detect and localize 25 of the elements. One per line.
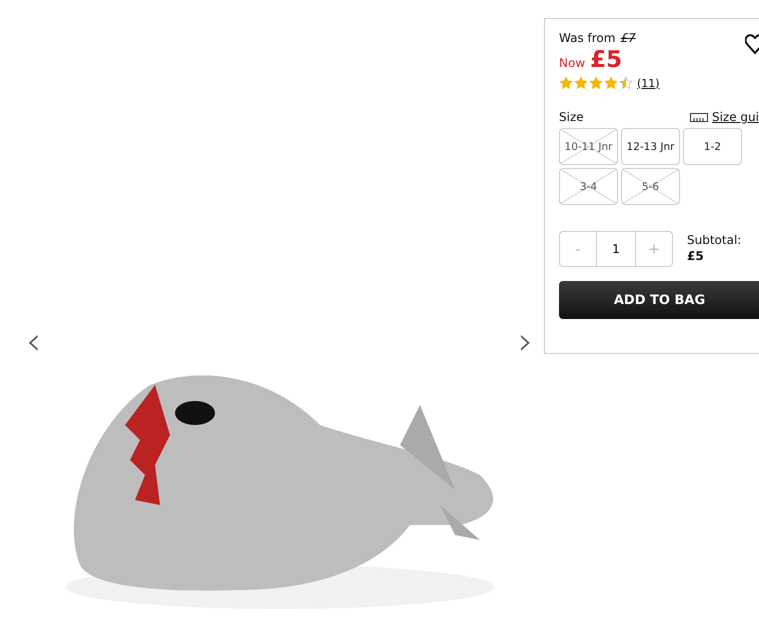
size-option[interactable]: 10-11 Jnr	[559, 128, 618, 165]
ruler-icon	[690, 112, 708, 122]
add-to-bag-button[interactable]: ADD TO BAG	[559, 281, 759, 319]
size-guide-link[interactable]: Size gui	[690, 110, 759, 124]
heart-icon[interactable]	[745, 33, 759, 55]
next-button[interactable]: ›	[512, 322, 540, 360]
now-label: Now	[559, 56, 586, 70]
review-count-link[interactable]: (11)	[637, 76, 660, 90]
star-icon	[604, 76, 618, 90]
star-icon	[619, 76, 633, 90]
size-label: Size	[559, 110, 584, 124]
was-label: Was from	[559, 31, 616, 45]
star-icon	[574, 76, 588, 90]
size-option[interactable]: 1-2	[683, 128, 742, 165]
was-price: £7	[620, 31, 636, 45]
subtotal-value: £5	[687, 249, 705, 265]
subtotal-label: Subtotal:	[687, 233, 742, 249]
size-option[interactable]: 12-13 Jnr	[621, 128, 680, 165]
star-icon	[589, 76, 603, 90]
previous-button[interactable]: ‹	[20, 322, 48, 360]
size-option[interactable]: 3-4	[559, 168, 618, 205]
size-option[interactable]: 5-6	[621, 168, 680, 205]
quantity-field[interactable]: 1	[597, 231, 635, 267]
star-icon	[559, 76, 573, 90]
now-price: £5	[590, 47, 622, 73]
